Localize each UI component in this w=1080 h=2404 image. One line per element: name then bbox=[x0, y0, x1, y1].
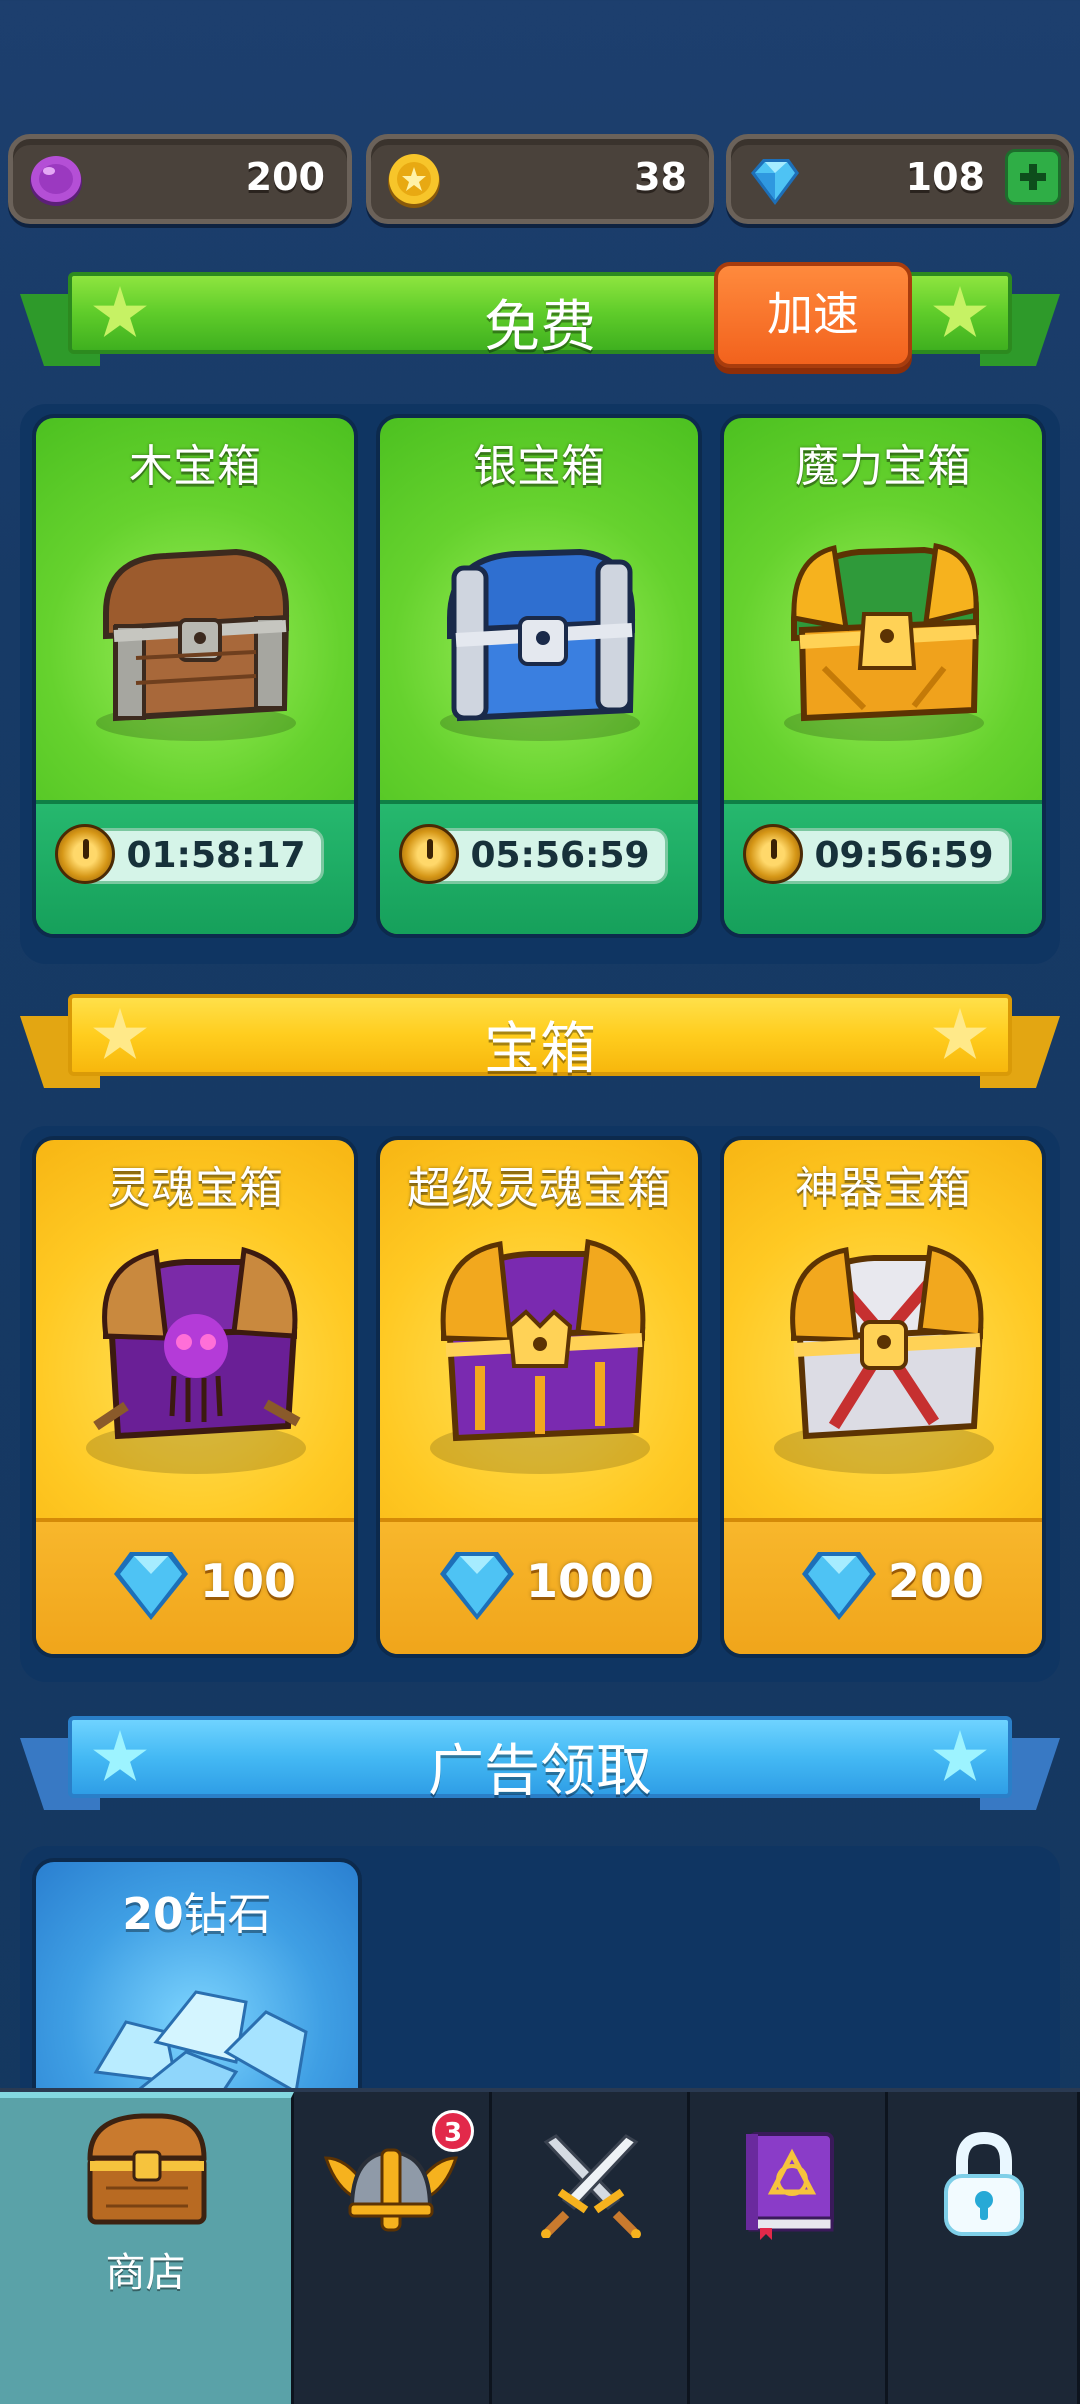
chest-card-footer: 200 bbox=[724, 1518, 1042, 1654]
chest-timer-value: 01:58:17 bbox=[126, 835, 306, 876]
ad-reward-card-diamonds[interactable]: 20钻石 bbox=[32, 1858, 362, 2098]
gold-coin-value: 38 bbox=[634, 155, 687, 199]
chests-section-header: 宝箱 bbox=[20, 988, 1060, 1096]
chest-price-value: 100 bbox=[200, 1554, 297, 1608]
chest-card-footer: 01:58:17 bbox=[36, 800, 354, 934]
free-chest-card-silver[interactable]: 银宝箱 05:56:59 bbox=[376, 414, 702, 938]
wooden-chest-icon bbox=[96, 548, 296, 741]
notification-badge: 3 bbox=[432, 2110, 474, 2152]
padlock-icon bbox=[944, 2131, 1024, 2236]
chest-price-value: 1000 bbox=[526, 1554, 655, 1608]
chest-timer-value: 09:56:59 bbox=[814, 835, 994, 876]
speed-up-button[interactable]: 加速 bbox=[714, 262, 912, 368]
blue-gem-icon bbox=[114, 1552, 188, 1620]
ad-reward-amount: 20 bbox=[122, 1889, 184, 1940]
spellbook-icon bbox=[746, 2132, 834, 2240]
chest-card-footer: 100 bbox=[36, 1518, 354, 1654]
clock-icon bbox=[743, 824, 803, 884]
chest-name: 木宝箱 bbox=[129, 441, 261, 492]
paid-chest-card-soul[interactable]: 灵魂宝箱 100 bbox=[32, 1136, 358, 1658]
tab-heroes[interactable]: 3 bbox=[294, 2092, 492, 2404]
add-gems-button[interactable] bbox=[1005, 149, 1061, 205]
chest-card-footer: 1000 bbox=[380, 1518, 698, 1654]
chest-name: 超级灵魂宝箱 bbox=[407, 1163, 671, 1214]
chest-timer-value: 05:56:59 bbox=[470, 835, 650, 876]
purple-coin-value: 200 bbox=[245, 155, 325, 199]
chest-timer: 01:58:17 bbox=[55, 824, 324, 884]
free-chest-card-wooden[interactable]: 木宝箱 01:58:17 bbox=[32, 414, 358, 938]
chest-card-footer: 09:56:59 bbox=[724, 800, 1042, 934]
ads-section-title: 广告领取 bbox=[428, 1739, 652, 1804]
chest-card-footer: 05:56:59 bbox=[380, 800, 698, 934]
blue-gem-icon bbox=[802, 1552, 876, 1620]
magic-chest-icon bbox=[784, 543, 984, 741]
gem-counter: 108 bbox=[726, 134, 1074, 224]
paid-chest-card-artifact[interactable]: 神器宝箱 200 bbox=[720, 1136, 1046, 1658]
ads-section-header: 广告领取 bbox=[20, 1710, 1060, 1818]
chest-name: 灵魂宝箱 bbox=[107, 1163, 283, 1214]
chest-timer: 09:56:59 bbox=[743, 824, 1012, 884]
artifact-chest-icon bbox=[774, 1244, 994, 1474]
chest-timer: 05:56:59 bbox=[399, 824, 668, 884]
super-soul-chest-icon bbox=[430, 1238, 650, 1474]
tab-shop[interactable]: 商店 bbox=[0, 2092, 294, 2404]
chest-name: 魔力宝箱 bbox=[795, 441, 971, 492]
chest-price: 1000 bbox=[380, 1544, 698, 1624]
gold-coin-icon bbox=[388, 154, 440, 208]
diamond-pile-icon bbox=[93, 1990, 308, 2094]
purple-coin-icon bbox=[30, 156, 82, 206]
chests-section-title: 宝箱 bbox=[484, 1017, 596, 1082]
ad-reward-unit: 钻石 bbox=[183, 1889, 272, 1940]
blue-gem-icon bbox=[751, 159, 799, 205]
blue-gem-icon bbox=[440, 1552, 514, 1620]
bottom-navigation: 商店 3 bbox=[0, 2088, 1080, 2404]
tab-locked[interactable] bbox=[888, 2092, 1080, 2404]
free-chest-card-magic[interactable]: 魔力宝箱 09:56:59 bbox=[720, 414, 1046, 938]
chest-price: 200 bbox=[724, 1544, 1042, 1624]
treasure-chest-icon bbox=[87, 2113, 207, 2225]
crossed-swords-icon bbox=[541, 2134, 641, 2238]
purple-coin-counter: 200 bbox=[8, 134, 352, 224]
tab-battle[interactable] bbox=[492, 2092, 690, 2404]
gem-value: 108 bbox=[905, 155, 985, 199]
tab-spellbook[interactable] bbox=[690, 2092, 888, 2404]
soul-chest-icon bbox=[86, 1246, 306, 1474]
silver-chest-icon bbox=[440, 548, 640, 741]
chest-price: 100 bbox=[36, 1544, 354, 1624]
ad-reward-label: 20钻石 bbox=[36, 1878, 358, 1942]
clock-icon bbox=[399, 824, 459, 884]
chest-price-value: 200 bbox=[888, 1554, 985, 1608]
chest-name: 神器宝箱 bbox=[795, 1163, 971, 1214]
tab-shop-label: 商店 bbox=[105, 2250, 186, 2296]
paid-chest-card-super-soul[interactable]: 超级灵魂宝箱 1000 bbox=[376, 1136, 702, 1658]
clock-icon bbox=[55, 824, 115, 884]
gold-coin-counter: 38 bbox=[366, 134, 714, 224]
chest-name: 银宝箱 bbox=[473, 441, 605, 492]
